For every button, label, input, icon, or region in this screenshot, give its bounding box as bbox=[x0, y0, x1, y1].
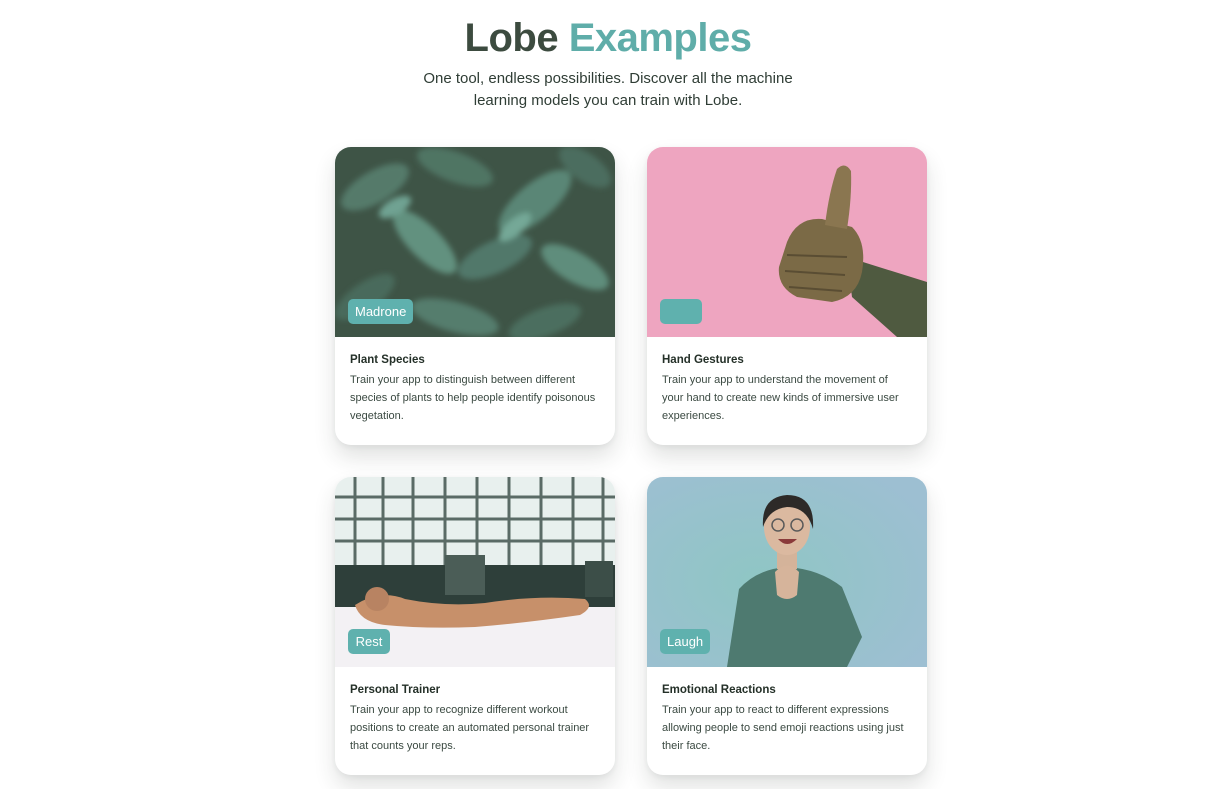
example-card-hand-gestures[interactable]: Hand Gestures Train your app to understa… bbox=[647, 147, 927, 445]
card-title: Hand Gestures bbox=[662, 354, 744, 366]
card-body: Hand Gestures Train your app to understa… bbox=[647, 337, 927, 425]
prediction-badge: Madrone bbox=[348, 299, 414, 324]
card-body: Plant Species Train your app to distingu… bbox=[335, 337, 615, 425]
plant-image: Madrone bbox=[335, 147, 615, 337]
page: Lobe Examples One tool, endless possibil… bbox=[0, 0, 1216, 789]
example-card-personal-trainer[interactable]: Rest Personal Trainer Train your app to … bbox=[335, 477, 615, 775]
prediction-badge bbox=[660, 299, 702, 324]
prediction-badge: Rest bbox=[348, 629, 390, 654]
laughing-person-image: Laugh bbox=[647, 477, 927, 667]
hero: Lobe Examples One tool, endless possibil… bbox=[0, 14, 1216, 112]
card-body: Emotional Reactions Train your app to re… bbox=[647, 667, 927, 755]
card-description: Train your app to distinguish between di… bbox=[350, 374, 596, 422]
page-subtitle: One tool, endless possibilities. Discove… bbox=[423, 70, 793, 109]
card-title: Emotional Reactions bbox=[662, 684, 776, 696]
card-description: Train your app to understand the movemen… bbox=[662, 374, 899, 422]
card-title: Plant Species bbox=[350, 354, 425, 366]
title-word-lobe: Lobe bbox=[464, 16, 559, 60]
title-word-examples: Examples bbox=[568, 16, 752, 60]
prediction-badge: Laugh bbox=[660, 629, 711, 654]
example-card-emotional-reactions[interactable]: Laugh Emotional Reactions Train your app… bbox=[647, 477, 927, 775]
workout-image: Rest bbox=[335, 477, 615, 667]
card-body: Personal Trainer Train your app to recog… bbox=[335, 667, 615, 755]
example-card-plant-species[interactable]: Madrone Plant Species Train your app to … bbox=[335, 147, 615, 445]
card-description: Train your app to react to different exp… bbox=[662, 704, 904, 752]
card-description: Train your app to recognize different wo… bbox=[350, 704, 590, 752]
page-title: Lobe Examples bbox=[0, 14, 1216, 62]
hand-gesture-image bbox=[647, 147, 927, 337]
card-title: Personal Trainer bbox=[350, 684, 441, 696]
